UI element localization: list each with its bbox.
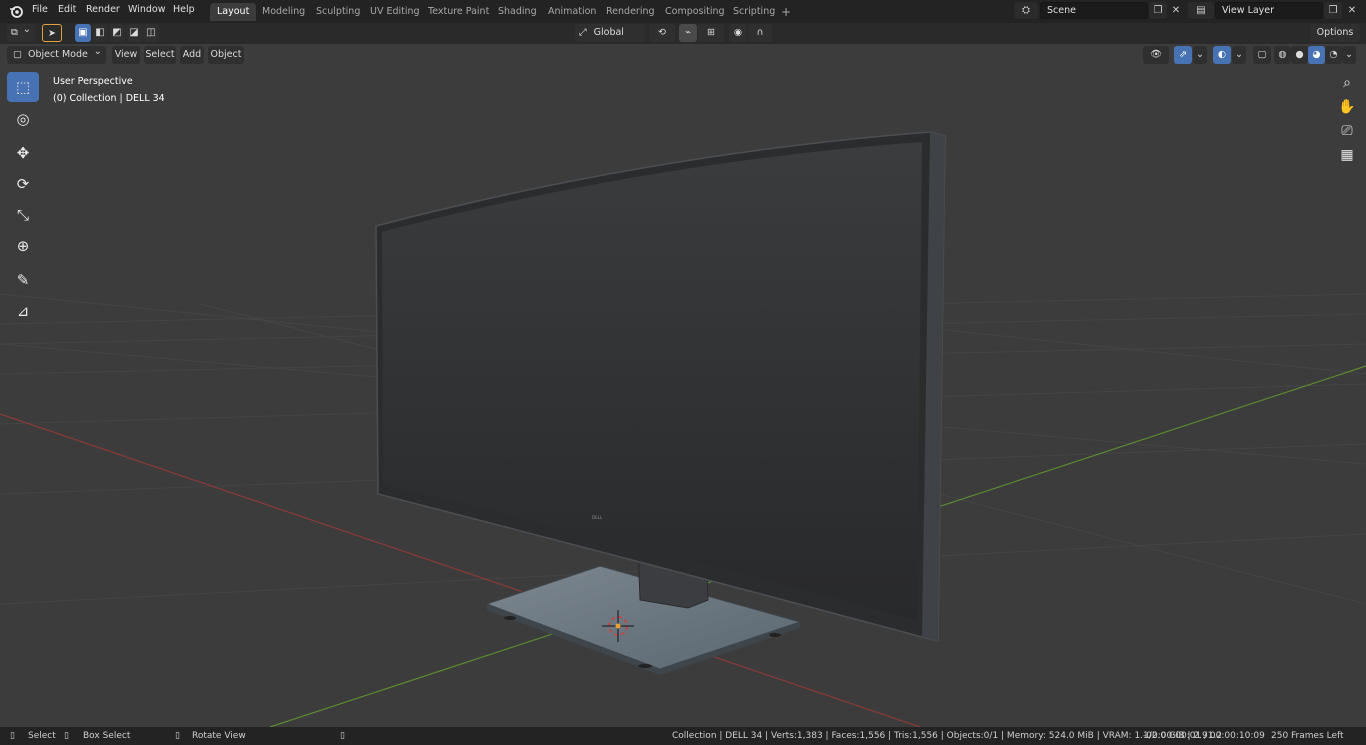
status-box-select-label: Box Select [83,731,131,741]
select-menu[interactable]: Select [144,46,176,64]
select-mode-new-icon[interactable]: ▣ [75,24,91,42]
object-menu[interactable]: Object [208,46,244,64]
tab-uv-editing[interactable]: UV Editing [363,3,427,21]
tab-compositing[interactable]: Compositing [658,3,732,21]
object-mode-select[interactable]: ▢ Object Mode [7,44,106,64]
top-menu-bar: File Edit Render Window Help Layout Mode… [0,0,1366,23]
gizmo-icon[interactable]: ⇗ [1174,46,1192,64]
tool-header: ⧉ ➤ ▣ ◧ ◩ ◪ ◫ ⤢ Global ⟲ ⌁ ⊞ ◉ ∩ Options [0,21,1366,44]
select-mode-subtract-icon[interactable]: ◩ [109,24,125,42]
collection-label: (0) Collection | DELL 34 [53,93,165,104]
zoom-icon[interactable]: ⌕ [1336,72,1358,94]
cursor-tool[interactable]: ◎ [7,104,39,134]
menu-edit[interactable]: Edit [58,4,76,15]
move-tool[interactable]: ✥ [7,138,39,168]
tab-scripting[interactable]: Scripting [726,3,782,21]
menu-window[interactable]: Window [128,4,165,15]
monitor-screen [382,142,922,620]
falloff-icon[interactable]: ∩ [748,24,772,42]
hand-pan-icon[interactable]: ✋ [1336,96,1358,118]
cursor-select-icon[interactable]: ➤ [42,24,62,42]
chevron-down-icon[interactable]: ⌄ [1342,46,1356,64]
solid-shading-icon[interactable]: ● [1291,46,1308,64]
snap-icon[interactable]: ⌁ [679,24,697,42]
mouse-left-icon: ▯ [10,731,15,741]
tab-modeling[interactable]: Modeling [255,3,312,21]
rendered-shading-icon[interactable]: ◔ [1325,46,1342,64]
scene-canvas[interactable]: DELL [0,44,1366,727]
3d-viewport[interactable]: DELL User Perspective (0) Collection | D… [0,44,1366,727]
monitor-brand-label: DELL [592,515,603,520]
view-layer-icon[interactable]: ▤ [1188,2,1214,19]
add-menu[interactable]: Add [180,46,204,64]
annotate-tool[interactable]: ✎ [7,265,39,295]
menu-help[interactable]: Help [173,4,195,15]
xray-icon[interactable]: ▢ [1253,46,1271,64]
close-icon[interactable]: ✕ [1343,2,1361,19]
view-menu[interactable]: View [112,46,140,64]
object-mode-icon: ▢ [13,49,22,60]
3d-viewport-icon[interactable]: ⧉ [7,21,35,42]
proportional-edit-icon[interactable]: ◉ [729,24,747,42]
blender-logo-icon[interactable] [9,4,23,18]
options-button[interactable]: Options [1310,24,1360,42]
close-icon[interactable]: ✕ [1167,2,1185,19]
scene-field[interactable]: Scene [1040,2,1148,19]
snap-target-icon[interactable]: ⊞ [698,24,724,42]
wireframe-shading-icon[interactable]: ◍ [1274,46,1291,64]
select-mode-invert-icon[interactable]: ◪ [126,24,142,42]
material-preview-icon[interactable]: ◕ [1308,46,1325,64]
chevron-down-icon[interactable]: ⌄ [1232,46,1246,64]
overlays-icon[interactable]: ◐ [1213,46,1231,64]
tab-layout[interactable]: Layout [210,3,257,21]
plus-icon[interactable]: + [776,3,796,21]
camera-view-icon[interactable]: ⎚ [1336,120,1358,142]
select-mode-extend-icon[interactable]: ◧ [92,24,108,42]
tab-shading[interactable]: Shading [491,3,544,21]
pivot-point-icon[interactable]: ⟲ [649,24,675,42]
status-select-label: Select [28,731,56,741]
tab-animation[interactable]: Animation [541,3,603,21]
mouse-right-icon: ▯ [175,731,180,741]
scene-icon[interactable]: ⛭ [1014,2,1038,19]
tab-rendering[interactable]: Rendering [599,3,662,21]
scale-tool[interactable]: ⤡ [7,200,39,230]
menu-file[interactable]: File [32,4,48,15]
orientation-icon: ⤢ [579,27,587,38]
transform-tool[interactable]: ⊕ [7,231,39,261]
menu-render[interactable]: Render [86,4,120,15]
chevron-down-icon[interactable]: ⌄ [1193,46,1207,64]
perspective-label: User Perspective [53,76,133,87]
view-layer-field[interactable]: View Layer [1215,2,1323,19]
tab-texture-paint[interactable]: Texture Paint [421,3,496,21]
timecode: -00:00:00:01 / 00:00:10:09 [1143,731,1265,741]
new-scene-icon[interactable]: ❐ [1149,2,1167,19]
status-rotate-view-label: Rotate View [192,731,246,741]
measure-tool[interactable]: ⊿ [7,296,39,326]
visibility-icon[interactable]: 👁 [1143,46,1169,64]
transform-orientation-select[interactable]: ⤢ Global [575,24,645,42]
rotate-tool[interactable]: ⟳ [7,169,39,199]
orthographic-grid-icon[interactable]: ▦ [1336,144,1358,166]
scene-statistics: Collection | DELL 34 | Verts:1,383 | Fac… [672,731,1222,741]
tab-sculpting[interactable]: Sculpting [309,3,367,21]
select-box-tool[interactable]: ⬚ [7,72,39,102]
mouse-middle-icon: ▯ [64,731,69,741]
new-view-layer-icon[interactable]: ❐ [1324,2,1342,19]
frames-left: 250 Frames Left [1271,731,1344,741]
status-bar: ▯ Select ▯ Box Select ▯ Rotate View ▯ Co… [0,727,1366,745]
select-mode-intersect-icon[interactable]: ◫ [143,24,159,42]
mouse-icon: ▯ [340,731,345,741]
